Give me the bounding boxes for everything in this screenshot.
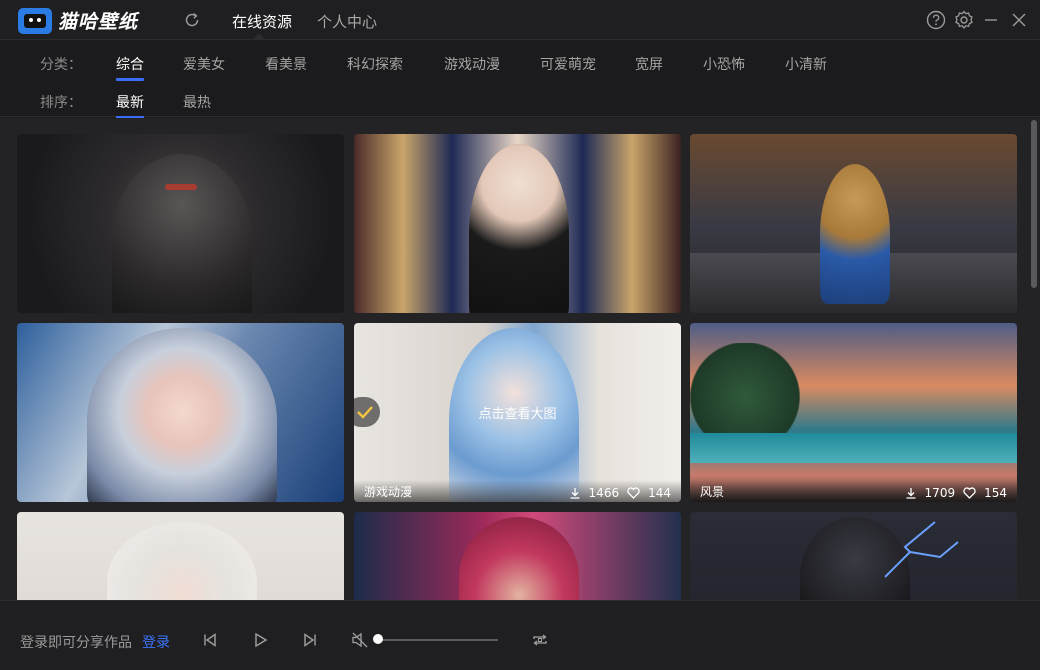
tab-online-resources[interactable]: 在线资源 bbox=[232, 11, 292, 32]
heart-icon[interactable] bbox=[963, 487, 976, 499]
wallpaper-tag[interactable]: 风景 bbox=[700, 483, 724, 500]
category-widescreen[interactable]: 宽屏 bbox=[635, 54, 663, 74]
tab-personal-center[interactable]: 个人中心 bbox=[317, 11, 377, 32]
loop-icon[interactable] bbox=[531, 631, 549, 649]
grid-scrollbar[interactable] bbox=[1031, 118, 1037, 600]
wallpaper-card[interactable] bbox=[354, 134, 681, 313]
wallpaper-image bbox=[469, 144, 569, 313]
wallpaper-tag[interactable]: 游戏动漫 bbox=[364, 483, 412, 500]
close-icon[interactable] bbox=[1009, 10, 1029, 30]
volume-slider[interactable] bbox=[378, 639, 498, 641]
category-scifi[interactable]: 科幻探索 bbox=[347, 54, 403, 74]
wallpaper-image bbox=[107, 522, 257, 600]
minimize-icon[interactable] bbox=[981, 10, 1001, 30]
download-count: 1709 bbox=[924, 486, 956, 500]
filter-bar: 分类： 综合 爱美女 看美景 科幻探索 游戏动漫 可爱萌宠 宽屏 小恐怖 小清新… bbox=[0, 41, 1040, 119]
card-footer: 游戏动漫 1466 144 bbox=[354, 480, 681, 502]
wallpaper-image bbox=[459, 517, 579, 600]
refresh-icon[interactable] bbox=[183, 11, 201, 29]
sort-hottest[interactable]: 最热 bbox=[183, 92, 211, 112]
scrollbar-thumb[interactable] bbox=[1031, 120, 1037, 288]
title-bar: 猫哈壁纸 在线资源 个人中心 bbox=[0, 0, 1040, 40]
wallpaper-card[interactable] bbox=[17, 134, 344, 313]
sort-label: 排序： bbox=[40, 95, 82, 111]
play-icon[interactable] bbox=[251, 631, 269, 649]
help-icon[interactable] bbox=[926, 10, 946, 30]
wallpaper-card[interactable] bbox=[17, 512, 344, 600]
wallpaper-card[interactable]: 风景 1709 154 bbox=[690, 323, 1017, 502]
category-all[interactable]: 综合 bbox=[116, 54, 144, 81]
wallpaper-grid: 点击查看大图 游戏动漫 1466 144 风景 1709 154 bbox=[0, 118, 1040, 600]
category-fresh[interactable]: 小清新 bbox=[785, 54, 827, 74]
sort-newest[interactable]: 最新 bbox=[116, 92, 144, 119]
category-game-anime[interactable]: 游戏动漫 bbox=[444, 54, 500, 74]
app-name: 猫哈壁纸 bbox=[58, 11, 139, 33]
wallpaper-detail bbox=[165, 184, 197, 190]
like-count: 154 bbox=[984, 486, 1007, 500]
wallpaper-card[interactable] bbox=[690, 512, 1017, 600]
download-icon[interactable] bbox=[905, 487, 917, 499]
download-icon[interactable] bbox=[569, 487, 581, 499]
settings-gear-icon[interactable] bbox=[954, 10, 974, 30]
player-bar: 登录即可分享作品 登录 bbox=[0, 600, 1040, 670]
wallpaper-card[interactable] bbox=[17, 323, 344, 502]
next-icon[interactable] bbox=[301, 631, 319, 649]
wallpaper-detail bbox=[820, 164, 890, 304]
like-count: 144 bbox=[648, 486, 671, 500]
heart-icon[interactable] bbox=[627, 487, 640, 499]
category-cute-pets[interactable]: 可爱萌宠 bbox=[540, 54, 596, 74]
wallpaper-image bbox=[112, 154, 252, 313]
wallpaper-card[interactable] bbox=[690, 134, 1017, 313]
category-scenery[interactable]: 看美景 bbox=[265, 54, 307, 74]
lightning-detail bbox=[884, 521, 959, 578]
wallpaper-image bbox=[690, 343, 800, 433]
logo-icon bbox=[18, 7, 52, 34]
wallpaper-detail bbox=[690, 433, 1017, 463]
wallpaper-stats: 1466 144 bbox=[569, 486, 671, 500]
card-footer: 风景 1709 154 bbox=[690, 480, 1017, 502]
view-large-hint: 点击查看大图 bbox=[478, 407, 557, 422]
volume-muted-icon[interactable] bbox=[351, 631, 369, 649]
app-window: 猫哈壁纸 在线资源 个人中心 分类： 综合 爱美女 看美景 科幻探索 游戏动漫 … bbox=[0, 0, 1040, 670]
download-count: 1466 bbox=[588, 486, 620, 500]
category-label: 分类： bbox=[40, 57, 82, 73]
wallpaper-image bbox=[87, 328, 277, 502]
volume-slider-knob[interactable] bbox=[373, 634, 383, 644]
app-logo: 猫哈壁纸 bbox=[18, 7, 138, 34]
category-beauty[interactable]: 爱美女 bbox=[183, 54, 225, 74]
login-link[interactable]: 登录 bbox=[142, 632, 170, 652]
login-tip: 登录即可分享作品 bbox=[20, 635, 132, 651]
wallpaper-card[interactable]: 点击查看大图 游戏动漫 1466 144 bbox=[354, 323, 681, 502]
category-horror[interactable]: 小恐怖 bbox=[703, 54, 745, 74]
previous-icon[interactable] bbox=[201, 631, 219, 649]
active-tab-indicator bbox=[252, 33, 266, 40]
wallpaper-stats: 1709 154 bbox=[905, 486, 1007, 500]
wallpaper-card[interactable] bbox=[354, 512, 681, 600]
